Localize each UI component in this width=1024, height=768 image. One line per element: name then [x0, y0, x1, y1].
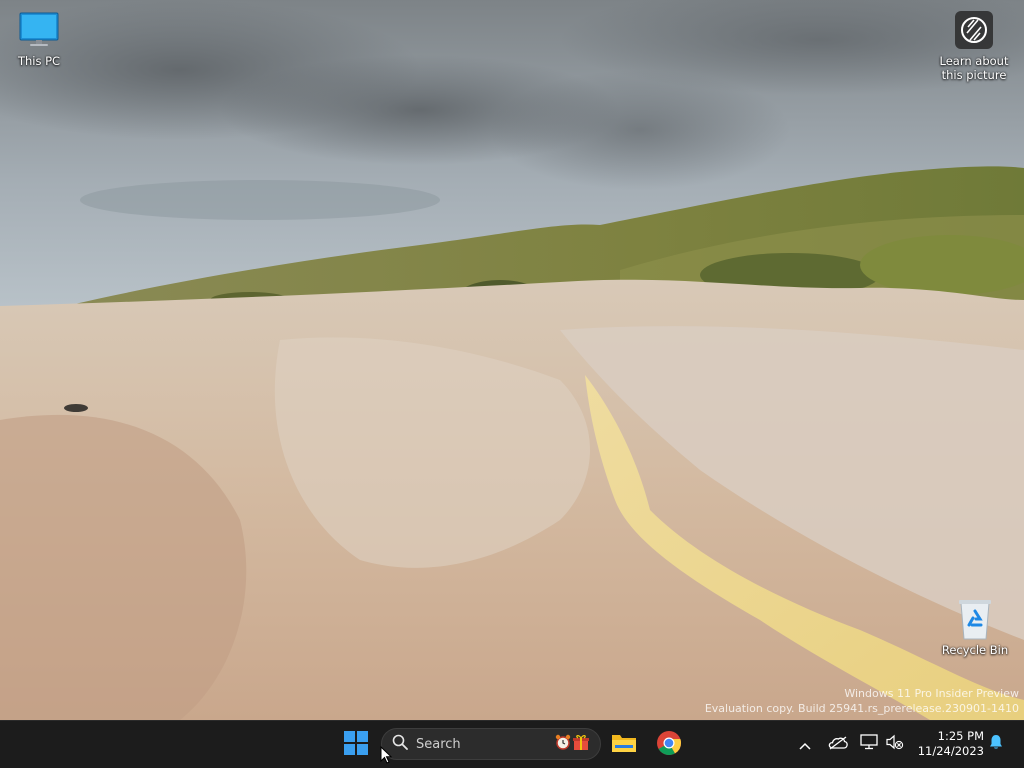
chrome-button[interactable] — [651, 727, 687, 763]
gift-icon — [572, 733, 590, 755]
onedrive-icon — [828, 735, 848, 754]
file-explorer-icon — [611, 732, 637, 758]
taskbar-clock[interactable]: 1:25 PM 11/24/2023 — [910, 728, 984, 760]
camera-circle-icon — [952, 8, 996, 52]
watermark-line-build: Evaluation copy. Build 25941.rs_prerelea… — [704, 702, 1019, 715]
volume-tray-button[interactable] — [884, 720, 906, 768]
mouse-cursor-icon — [380, 745, 393, 768]
desktop-icon-this-pc[interactable]: This PC — [2, 8, 76, 68]
search-icon — [392, 734, 408, 754]
chevron-up-icon — [799, 735, 811, 754]
monitor-icon — [17, 8, 61, 52]
taskbar-search-box[interactable]: Search — [381, 728, 601, 760]
clock-time: 1:25 PM — [937, 729, 984, 743]
network-icon — [860, 734, 878, 754]
desktop-wallpaper — [0, 0, 1024, 720]
desktop-icon-label: Recycle Bin — [941, 643, 1009, 657]
evaluation-watermark: Windows 11 Pro Insider Preview Evaluatio… — [705, 686, 1019, 716]
network-tray-button[interactable] — [858, 720, 880, 768]
desktop-icon-recycle-bin[interactable]: Recycle Bin — [938, 597, 1012, 657]
desktop-icon-learn-about-this-picture[interactable]: Learn about this picture — [937, 8, 1011, 82]
chrome-icon — [656, 730, 682, 760]
watermark-line-edition: Windows 11 Pro Insider Preview — [844, 687, 1019, 700]
file-explorer-button[interactable] — [606, 727, 642, 763]
search-highlight — [554, 733, 590, 755]
recycle-bin-icon — [953, 597, 997, 641]
onedrive-tray-button[interactable] — [826, 720, 850, 768]
notification-center-button[interactable] — [985, 720, 1007, 768]
alarm-clock-icon — [554, 733, 572, 755]
desktop-icon-label: Learn about this picture — [939, 54, 1009, 82]
search-placeholder: Search — [416, 736, 461, 752]
desktop-icon-label: This PC — [17, 54, 61, 68]
start-button[interactable] — [338, 727, 374, 763]
windows-logo-icon — [344, 731, 368, 759]
clock-date: 11/24/2023 — [917, 744, 984, 758]
show-hidden-icons-button[interactable] — [794, 720, 816, 768]
notification-bell-icon — [989, 734, 1003, 754]
volume-muted-icon — [886, 734, 904, 754]
